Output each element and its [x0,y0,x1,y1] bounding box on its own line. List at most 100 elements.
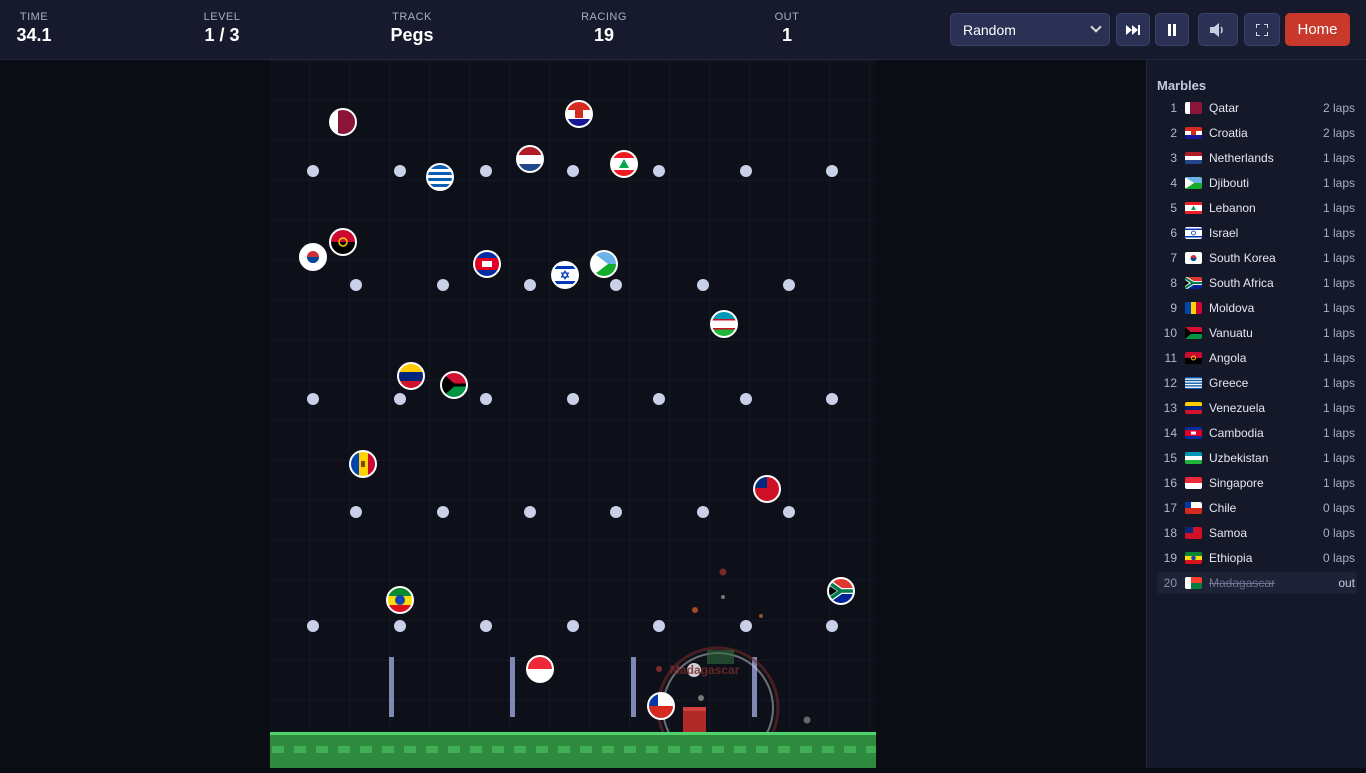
standings-name: Israel [1209,226,1239,240]
skip-button[interactable] [1116,13,1150,46]
standings-title: Marbles [1157,78,1207,93]
standings-laps: 1 laps [1322,426,1355,440]
fullscreen-icon [1256,23,1268,36]
standings-laps: 1 laps [1322,451,1355,465]
standings-laps: 1 laps [1322,251,1355,265]
standings-name: Uzbekistan [1209,451,1269,465]
vanuatu-flag-icon [1185,327,1202,339]
marble-cambodia [473,250,501,278]
chile-flag-icon [1185,502,1202,514]
southkorea-flag-icon [1185,252,1202,264]
standings-row: 6 Israel 1 laps [1157,222,1357,244]
pause-button[interactable] [1155,13,1189,46]
standings-rank: 8 [1170,276,1177,290]
racing-label: RACING [581,11,627,23]
standings-rank: 2 [1170,126,1177,140]
standings-name: Vanuatu [1209,326,1253,340]
singapore-flag-icon [1185,477,1202,489]
qatar-flag-icon [1185,102,1202,114]
standings-rank: 18 [1163,526,1177,540]
chevron-down-icon [1090,21,1102,33]
standings-row: 8 South Africa 1 laps [1157,272,1357,294]
out-label: OUT [774,11,800,23]
standings-row: 10 Vanuatu 1 laps [1157,322,1357,344]
standings-laps: 1 laps [1322,326,1355,340]
israel-flag-icon [1185,227,1202,239]
standings-laps: 1 laps [1322,351,1355,365]
standings-laps: 0 laps [1322,501,1355,515]
standings-rank: 5 [1170,201,1177,215]
standings-name: Greece [1209,376,1249,390]
marble-djibouti [590,250,618,278]
standings-name: Madagascar [1209,576,1276,590]
marble-singapore [526,655,554,683]
standings-rank: 16 [1163,476,1177,490]
standings-name: Chile [1209,501,1237,515]
standings-laps: 0 laps [1322,551,1355,565]
standings-rank: 10 [1163,326,1177,340]
standings-laps: 1 laps [1322,226,1355,240]
mode-select[interactable]: Random [950,13,1110,46]
fullscreen-button[interactable] [1244,13,1280,46]
standings-row: 5 Lebanon 1 laps [1157,197,1357,219]
volume-icon [1210,22,1223,37]
track-stat: TRACK Pegs [352,11,472,46]
standings-name: Venezuela [1209,401,1266,415]
standings-row: 14 Cambodia 1 laps [1157,422,1357,444]
standings-rank: 20 [1163,576,1177,590]
standings-name: Ethiopia [1209,551,1253,565]
marble-vanuatu [440,371,468,399]
greece-flag-icon [1185,377,1202,389]
marble-angola [329,228,357,256]
home-button[interactable]: Home [1285,13,1350,46]
marble-netherlands [516,145,544,173]
track-value: Pegs [390,25,434,45]
standings-row: 3 Netherlands 1 laps [1157,147,1357,169]
marble-israel [551,261,579,289]
marble-moldova [349,450,377,478]
standings-row: 9 Moldova 1 laps [1157,297,1357,319]
skip-forward-icon [1126,24,1140,35]
marble-ethiopia [386,586,414,614]
marble-uzbekistan [710,310,738,338]
marble-venezuela [397,362,425,390]
time-label: TIME [19,11,49,23]
standings-row: 15 Uzbekistan 1 laps [1157,447,1357,469]
marble-lebanon [610,150,638,178]
standings-laps: 1 laps [1322,201,1355,215]
level-value: 1 / 3 [204,25,240,45]
standings-row: 17 Chile 0 laps [1157,497,1357,519]
standings-rank: 17 [1163,501,1177,515]
standings-laps: 1 laps [1322,301,1355,315]
standings-row: 11 Angola 1 laps [1157,347,1357,369]
standings-name: Samoa [1209,526,1248,540]
ground [270,732,878,768]
standings-row: 18 Samoa 0 laps [1157,522,1357,544]
madagascar-flag-icon [1185,577,1202,589]
time-value: 34.1 [16,25,52,45]
southafrica-flag-icon [1185,277,1202,289]
out-value: 1 [781,25,792,45]
sound-button[interactable] [1198,13,1238,46]
ethiopia-flag-icon [1185,552,1202,564]
djibouti-flag-icon [1185,177,1202,189]
uzbekistan-flag-icon [1185,452,1202,464]
standings-name: Cambodia [1209,426,1264,440]
venezuela-flag-icon [1185,402,1202,414]
standings-rank: 13 [1163,401,1177,415]
standings-name: Croatia [1209,126,1248,140]
mode-select-value: Random [963,22,1016,38]
standings-laps: 1 laps [1322,401,1355,415]
race-board: Madagascar [270,60,878,770]
standings-rank: 11 [1164,351,1177,365]
standings-laps: 2 laps [1322,126,1355,140]
standings-rank: 3 [1170,151,1177,165]
standings-rank: 19 [1163,551,1177,565]
standings-row: 20 Madagascar out [1157,572,1357,594]
standings-row: 12 Greece 1 laps [1157,372,1357,394]
racing-value: 19 [593,25,615,45]
standings-row: 16 Singapore 1 laps [1157,472,1357,494]
standings-row: 2 Croatia 2 laps [1157,122,1357,144]
standings-name: Djibouti [1209,176,1250,190]
standings-row: 19 Ethiopia 0 laps [1157,547,1357,569]
